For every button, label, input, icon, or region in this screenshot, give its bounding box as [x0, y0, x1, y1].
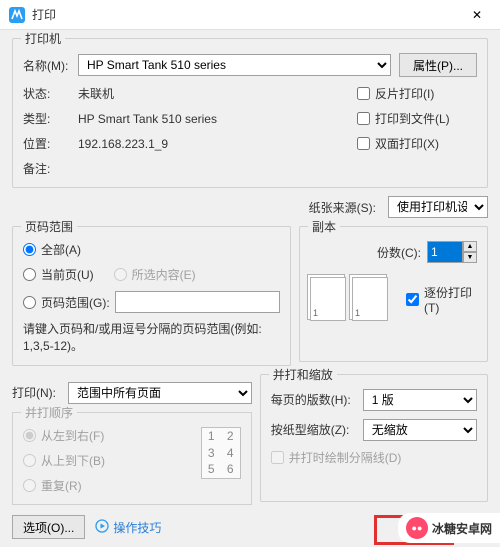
printer-group-title: 打印机 — [21, 30, 65, 47]
printer-name-select[interactable]: HP Smart Tank 510 series — [78, 54, 391, 76]
draw-separator-checkbox: 并打时绘制分隔线(D) — [271, 449, 477, 466]
scale-label: 按纸型缩放(Z): — [271, 421, 357, 438]
title-bar: 打印 ✕ — [0, 0, 500, 30]
sort-tb-radio: 从上到下(B) — [23, 452, 193, 469]
comment-label: 备注: — [23, 160, 78, 177]
copies-count-label: 份数(C): — [377, 244, 421, 261]
sort-repeat-radio: 重复(R) — [23, 477, 193, 494]
location-value: 192.168.223.1_9 — [78, 137, 168, 151]
printer-name-label: 名称(M): — [23, 57, 78, 74]
printer-group: 打印机 名称(M): HP Smart Tank 510 series 属性(P… — [12, 38, 488, 188]
sort-order-title: 并打顺序 — [21, 404, 77, 421]
collate-checkbox[interactable]: 逐份打印(T) — [406, 284, 477, 315]
scaling-group: 并打和缩放 每页的版数(H): 1 版 按纸型缩放(Z): 无缩放 并打时绘制分… — [260, 374, 488, 502]
tips-icon — [95, 519, 109, 536]
print-what-select[interactable]: 范围中所有页面 — [68, 382, 252, 404]
pages-per-sheet-select[interactable]: 1 版 — [363, 389, 477, 411]
sort-thumb-icon: 12 34 56 — [201, 427, 241, 479]
sort-lr-radio: 从左到右(F) — [23, 427, 193, 444]
status-value: 未联机 — [78, 85, 357, 102]
scaling-title: 并打和缩放 — [269, 366, 337, 383]
tips-link[interactable]: 操作技巧 — [95, 519, 161, 536]
copies-spinner[interactable]: ▲ ▼ — [427, 241, 477, 263]
location-label: 位置: — [23, 135, 78, 152]
spin-down[interactable]: ▼ — [463, 252, 477, 263]
invert-print-checkbox[interactable]: 反片打印(I) — [357, 85, 477, 102]
options-button[interactable]: 选项(O)... — [12, 515, 85, 539]
range-pages-input[interactable] — [115, 291, 280, 313]
print-to-file-checkbox[interactable]: 打印到文件(L) — [357, 110, 477, 127]
watermark-icon: ●● — [406, 517, 428, 539]
sort-order-group: 并打顺序 从左到右(F) 从上到下(B) 重复(R) 12 34 56 — [12, 412, 252, 505]
collate-thumbs: 1 1 — [310, 277, 388, 321]
print-what-label: 打印(N): — [12, 384, 56, 401]
page-range-title: 页码范围 — [21, 218, 77, 235]
watermark: ●● 冰糖安卓网 — [398, 513, 500, 543]
duplex-checkbox[interactable]: 双面打印(X) — [357, 135, 477, 152]
close-button[interactable]: ✕ — [462, 1, 492, 29]
copies-group: 副本 份数(C): ▲ ▼ 1 1 — [299, 226, 488, 362]
paper-source-select[interactable]: 使用打印机设置 — [388, 196, 488, 218]
app-icon — [8, 6, 26, 24]
range-pages-radio[interactable]: 页码范围(G): — [23, 294, 115, 311]
spin-up[interactable]: ▲ — [463, 241, 477, 252]
paper-source-label: 纸张来源(S): — [309, 199, 376, 216]
type-label: 类型: — [23, 110, 78, 127]
pages-per-sheet-label: 每页的版数(H): — [271, 391, 357, 408]
page-range-group: 页码范围 全部(A) 当前页(U) 所选内容(E) 页码范围(G): 请键入页码… — [12, 226, 291, 366]
window-title: 打印 — [32, 6, 462, 23]
range-current-radio[interactable]: 当前页(U) — [23, 266, 94, 283]
scale-select[interactable]: 无缩放 — [363, 419, 477, 441]
properties-button[interactable]: 属性(P)... — [399, 53, 477, 77]
copies-title: 副本 — [308, 218, 340, 235]
range-hint: 请键入页码和/或用逗号分隔的页码范围(例如: 1,3,5-12)。 — [23, 321, 280, 355]
copies-input[interactable] — [427, 241, 463, 263]
close-icon: ✕ — [472, 8, 482, 22]
range-all-radio[interactable]: 全部(A) — [23, 241, 280, 258]
range-selection-radio: 所选内容(E) — [114, 266, 196, 283]
status-label: 状态: — [23, 85, 78, 102]
type-value: HP Smart Tank 510 series — [78, 112, 217, 126]
